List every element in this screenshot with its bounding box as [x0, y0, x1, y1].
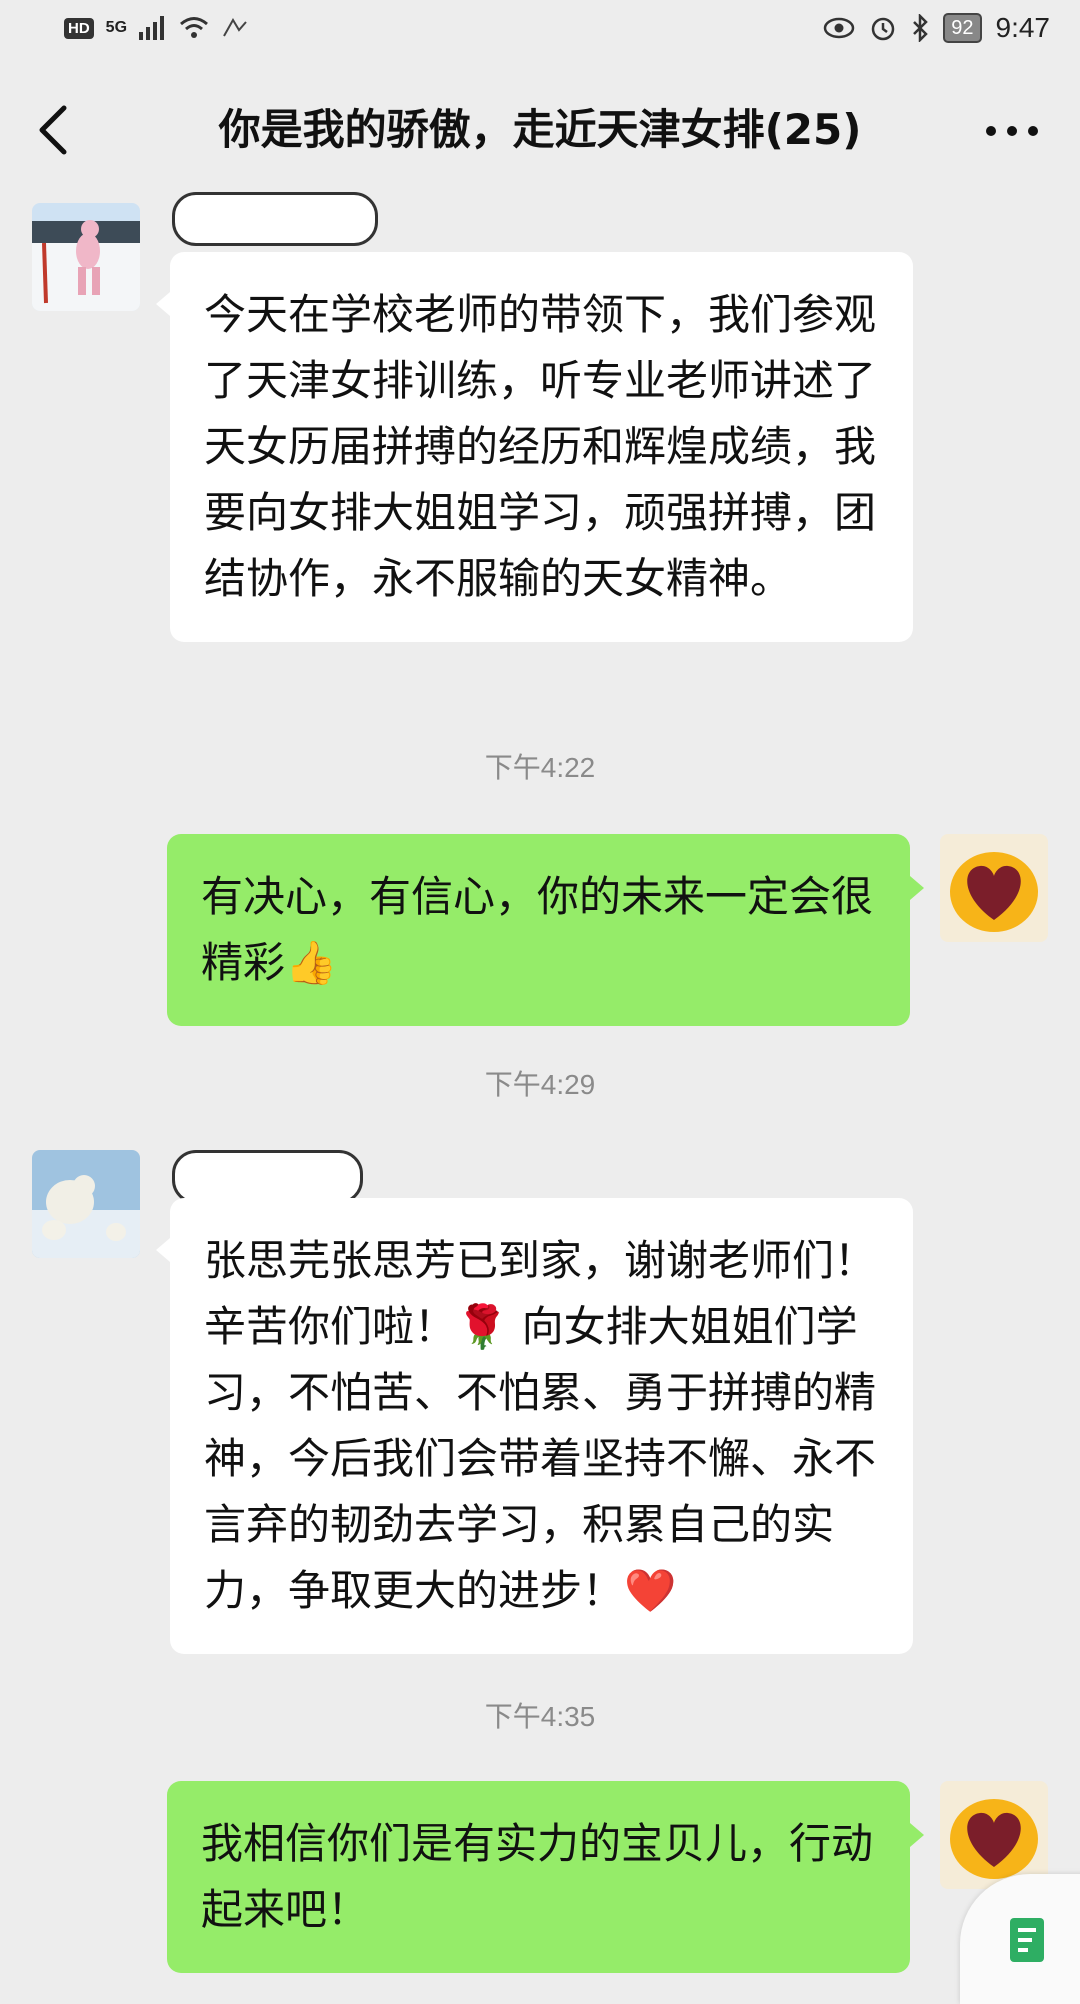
skier-photo-icon	[32, 203, 140, 311]
more-dots-icon[interactable]	[984, 124, 1040, 138]
bluetooth-icon	[913, 14, 929, 42]
heart-cake-icon	[940, 834, 1048, 942]
avatar[interactable]	[32, 203, 140, 311]
chevron-left-icon[interactable]	[30, 102, 80, 158]
message-timestamp: 下午4:35	[484, 1701, 596, 1732]
network-label: 5G	[105, 19, 128, 36]
message-text: 有决心，有信心，你的未来一定会很精彩👍	[201, 872, 874, 987]
status-left: HD 5G	[64, 16, 249, 40]
wifi-icon	[180, 17, 208, 38]
floating-note-button[interactable]	[960, 1874, 1080, 2004]
status-right: 92 9:47	[823, 12, 1050, 44]
message-bubble-incoming[interactable]: 今天在学校老师的带领下，我们参观了天津女排训练，听专业老师讲述了天女历届拼搏的经…	[156, 252, 913, 642]
sender-name-redacted	[172, 192, 378, 246]
note-icon	[1010, 1918, 1044, 1962]
status-bar: HD 5G 92 9:47	[0, 0, 1080, 66]
message-timestamp: 下午4:29	[484, 1069, 596, 1100]
message-text: 我相信你们是有实力的宝贝儿，行动起来吧！	[201, 1819, 874, 1934]
my-avatar[interactable]	[940, 834, 1048, 942]
chat-header: 你是我的骄傲，走近天津女排(25)	[0, 66, 1080, 194]
message-text: 今天在学校老师的带领下，我们参观了天津女排训练，听专业老师讲述了天女历届拼搏的经…	[204, 290, 877, 603]
polar-bear-photo-icon	[32, 1150, 140, 1258]
message-text: 张思芫张思芳已到家，谢谢老师们！辛苦你们啦！🌹 向女排大姐姐们学习，不怕苦、不怕…	[204, 1236, 877, 1615]
battery-indicator: 92	[943, 13, 982, 43]
heart-cake-icon	[940, 1781, 1048, 1889]
sender-name-redacted	[172, 1150, 363, 1204]
message-timestamp: 下午4:22	[484, 752, 596, 783]
avatar[interactable]	[32, 1150, 140, 1258]
hd-badge: HD	[64, 17, 94, 39]
eye-icon	[824, 17, 855, 39]
status-time: 9:47	[995, 12, 1051, 43]
message-bubble-outgoing[interactable]: 我相信你们是有实力的宝贝儿，行动起来吧！	[167, 1781, 924, 1973]
message-bubble-outgoing[interactable]: 有决心，有信心，你的未来一定会很精彩👍	[167, 834, 924, 1026]
my-avatar[interactable]	[940, 1781, 1048, 1889]
message-bubble-incoming[interactable]: 张思芫张思芳已到家，谢谢老师们！辛苦你们啦！🌹 向女排大姐姐们学习，不怕苦、不怕…	[156, 1198, 913, 1654]
chat-title: 你是我的骄傲，走近天津女排(25)	[218, 105, 862, 154]
app-notification-icon	[223, 18, 247, 37]
signal-icon	[139, 16, 165, 40]
alarm-icon	[872, 17, 895, 41]
